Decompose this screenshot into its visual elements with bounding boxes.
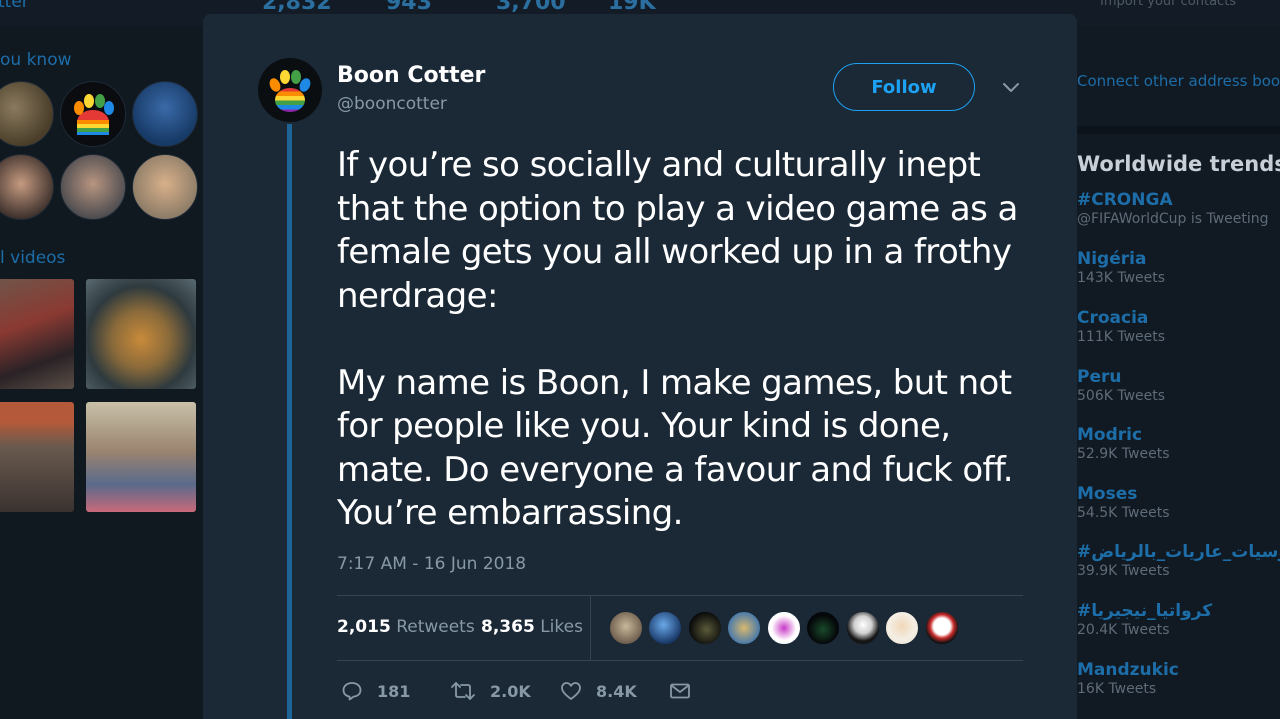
follow-button[interactable]: Follow <box>833 63 975 111</box>
divider <box>337 660 1023 661</box>
liker-avatar[interactable] <box>806 611 840 645</box>
trend-name: Nigéria <box>1077 249 1147 269</box>
retweet-icon <box>451 682 475 700</box>
trend-count: 506K Tweets <box>1077 388 1166 404</box>
trend-count: 111K Tweets <box>1077 329 1166 345</box>
liker-avatar[interactable] <box>885 611 919 645</box>
trend-item[interactable]: Moses 54.5K Tweets <box>1077 484 1280 521</box>
trend-item[interactable]: Modric 52.9K Tweets <box>1077 425 1280 462</box>
reply-count: 181 <box>377 681 411 701</box>
trend-item[interactable]: Croacia 111K Tweets <box>1077 308 1280 345</box>
media-thumbnail[interactable] <box>86 402 196 512</box>
liker-avatar[interactable] <box>688 611 722 645</box>
trend-name: #CRONGA <box>1077 190 1173 210</box>
rainbow-paw-icon <box>269 70 311 112</box>
trend-item[interactable]: #كرواتيا_نيجيريا 20.4K Tweets <box>1077 601 1280 638</box>
chevron-down-icon[interactable] <box>1001 80 1021 94</box>
trend-count: 54.5K Tweets <box>1077 505 1170 521</box>
trend-name: Croacia <box>1077 308 1149 328</box>
retweet-count: 2.0K <box>490 681 531 701</box>
media-thumbnail[interactable] <box>86 279 196 389</box>
media-thumbnail[interactable] <box>0 279 74 389</box>
trend-item[interactable]: Peru 506K Tweets <box>1077 367 1280 404</box>
likes-label: Likes <box>540 617 583 637</box>
right-sidebar: Connect other address book Worldwide tre… <box>1077 26 1280 719</box>
follower-avatar[interactable] <box>132 81 198 147</box>
liker-avatar[interactable] <box>648 611 682 645</box>
reply-action[interactable]: 181 <box>341 680 410 702</box>
like-action[interactable]: 8.4K <box>560 680 637 702</box>
tweet-timestamp[interactable]: 7:17 AM - 16 Jun 2018 <box>337 554 526 574</box>
photos-videos-title: l videos <box>0 248 66 268</box>
liker-avatar[interactable] <box>925 611 959 645</box>
trend-count: 39.9K Tweets <box>1077 563 1170 579</box>
trend-item[interactable]: Nigéria 143K Tweets <box>1077 249 1280 286</box>
trend-name: Peru <box>1077 367 1122 387</box>
brand-text: tter <box>0 0 29 12</box>
trend-item[interactable]: #روسيات_عاريات_بالرياض 39.9K Tweets <box>1077 542 1280 579</box>
retweets-count: 2,015 <box>337 617 391 637</box>
follower-avatar[interactable] <box>60 154 126 220</box>
sidebar-divider <box>1077 126 1280 134</box>
reply-icon <box>342 682 362 701</box>
tweet-text: If you’re so socially and culturally ine… <box>337 144 1037 536</box>
retweets-label: Retweets <box>396 617 475 637</box>
divider <box>337 595 1023 596</box>
trend-count: 20.4K Tweets <box>1077 622 1170 638</box>
liker-avatar[interactable] <box>727 611 761 645</box>
import-contacts-link[interactable]: Import your contacts <box>1100 0 1236 9</box>
worldwide-trends-title: Worldwide trends <box>1077 152 1280 176</box>
thread-line <box>287 124 292 719</box>
trend-count: 16K Tweets <box>1077 681 1157 697</box>
tweet-paragraph: My name is Boon, I make games, but not f… <box>337 362 1014 534</box>
trend-name: #كرواتيا_نيجيريا <box>1077 601 1213 621</box>
follower-avatar[interactable] <box>132 154 198 220</box>
liker-avatar[interactable] <box>767 611 801 645</box>
people-you-know-title: ou know <box>0 50 72 70</box>
trend-count: 143K Tweets <box>1077 270 1166 286</box>
connect-address-book-link[interactable]: Connect other address book <box>1077 72 1280 90</box>
likes-stat[interactable]: 8,365 Likes <box>481 617 583 637</box>
tweet-paragraph: If you’re so socially and culturally ine… <box>337 145 1018 316</box>
profile-stat-following[interactable]: 943 <box>386 0 432 15</box>
trend-name: Modric <box>1077 425 1143 445</box>
left-sidebar: ou know l videos <box>0 26 203 719</box>
profile-avatar[interactable] <box>258 58 322 122</box>
like-count: 8.4K <box>596 681 637 701</box>
follower-avatar[interactable] <box>0 154 54 220</box>
follower-avatar[interactable] <box>0 81 54 147</box>
media-thumbnail[interactable] <box>0 402 74 512</box>
divider <box>590 596 591 660</box>
trend-name: Mandzukic <box>1077 660 1179 680</box>
liker-avatar[interactable] <box>609 611 643 645</box>
trend-count: @FIFAWorldCup is Tweeting <box>1077 211 1269 227</box>
likes-count: 8,365 <box>481 617 535 637</box>
trend-count: 52.9K Tweets <box>1077 446 1170 462</box>
liker-avatar[interactable] <box>846 611 880 645</box>
trend-name: #روسيات_عاريات_بالرياض <box>1077 542 1280 562</box>
trend-item[interactable]: #CRONGA @FIFAWorldCup is Tweeting <box>1077 190 1280 227</box>
profile-stat-tweets[interactable]: 2,832 <box>262 0 332 15</box>
retweets-stat[interactable]: 2,015 Retweets <box>337 617 475 637</box>
envelope-icon <box>670 683 690 699</box>
retweet-action[interactable]: 2.0K <box>450 680 531 702</box>
display-name[interactable]: Boon Cotter <box>337 63 485 88</box>
follower-avatar[interactable] <box>60 81 126 147</box>
direct-message-action[interactable] <box>669 680 691 702</box>
tweet-modal: Boon Cotter @booncotter Follow If you’re… <box>203 14 1077 719</box>
username[interactable]: @booncotter <box>337 94 447 114</box>
profile-stat-followers[interactable]: 3,700 <box>496 0 566 15</box>
profile-stat-likes[interactable]: 19K <box>608 0 656 15</box>
heart-icon <box>561 682 581 700</box>
trend-name: Moses <box>1077 484 1138 504</box>
trend-item[interactable]: Mandzukic 16K Tweets <box>1077 660 1280 697</box>
